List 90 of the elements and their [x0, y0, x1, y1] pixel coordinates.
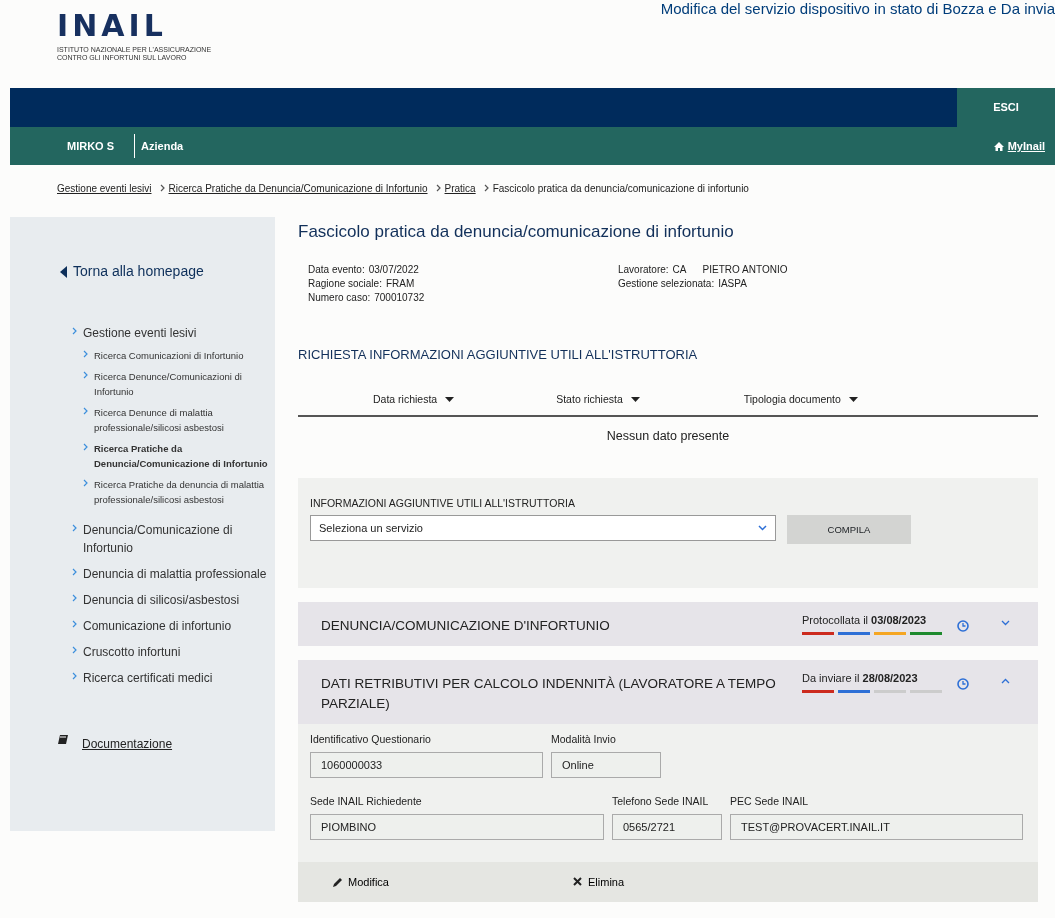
field-value: FRAM [385, 276, 415, 291]
accordion-title: DENUNCIA/COMUNICAZIONE D'INFORTUNIO [321, 616, 611, 635]
breadcrumb-current: Fascicolo pratica da denuncia/comunicazione di infortunio [492, 182, 749, 196]
field-label: Modalità Invio [551, 732, 617, 748]
accordion-header[interactable]: DATI RETRIBUTIVI PER CALCOLO INDENNITÀ (LAVORATORE A TEMPO PARZIALE) Da inviare il 28/08/2023 [298, 659, 1038, 725]
chevron-right-icon [83, 443, 88, 451]
service-select[interactable]: Seleziona un servizio [310, 515, 776, 542]
clock-icon[interactable] [957, 619, 969, 632]
sidebar-item[interactable]: Comunicazione di infortunio [83, 617, 232, 635]
sidebar-item[interactable]: Denuncia di malattia professionale [83, 565, 267, 583]
empty-message: Nessun dato presente [605, 427, 731, 445]
readonly-field: TEST@PROVACERT.INAIL.IT [730, 813, 1023, 840]
chevron-right-icon [72, 524, 77, 532]
chevron-right-icon [72, 620, 77, 628]
chevron-down-icon[interactable] [1000, 619, 1010, 626]
chevron-right-icon [72, 327, 77, 335]
chevron-right-icon [83, 479, 88, 487]
chevron-right-icon [435, 184, 441, 192]
chevron-right-icon [72, 568, 77, 576]
chevron-right-icon [83, 371, 88, 379]
sidebar-item[interactable]: Cruscotto infortuni [83, 643, 181, 661]
status-text: Da inviare il 28/08/2023 [802, 670, 919, 686]
page-heading: Modifica del servizio dispositivo in stato di Bozza e Da invia [660, 0, 1055, 17]
logo: INAIL [57, 8, 167, 44]
sidebar-subitem[interactable]: Ricerca Pratiche da Denuncia/Comunicazione di Infortunio [94, 441, 275, 471]
sort-caret-icon [848, 397, 858, 403]
chevron-right-icon [83, 350, 88, 358]
sidebar-subitem[interactable]: Ricerca Pratiche da denuncia di malattia professionale/silicosi asbestosi [94, 477, 275, 507]
clock-icon[interactable] [957, 677, 969, 690]
sidebar-item[interactable]: Denuncia di silicosi/asbestosi [83, 591, 240, 609]
field-label: Data evento: [308, 262, 365, 277]
field-label: Sede INAIL Richiedente [310, 794, 423, 809]
sidebar-item[interactable]: Gestione eventi lesivi [83, 324, 275, 342]
breadcrumb-link[interactable]: Gestione eventi lesivi [57, 181, 152, 217]
chevron-up-icon[interactable] [1000, 677, 1010, 684]
field-label: INFORMAZIONI AGGIUNTIVE UTILI ALL'ISTRUTTORIA [310, 495, 576, 511]
chevron-right-icon [159, 184, 165, 192]
column-header[interactable]: Tipologia documento [743, 392, 858, 408]
sidebar-subitem[interactable]: Ricerca Comunicazioni di Infortunio [94, 348, 244, 363]
field-value: IASPA [718, 276, 747, 291]
breadcrumb-link[interactable]: Ricerca Pratiche da Denuncia/Comunicazione di Infortunio [168, 181, 428, 217]
field-label: Ragione sociale: [308, 276, 382, 291]
sidebar-subitem[interactable]: Ricerca Denunce di malattia professionale/silicosi asbestosi [94, 405, 275, 435]
sort-caret-icon [445, 397, 455, 403]
readonly-field: 1060000033 [310, 752, 543, 778]
home-icon [993, 141, 1004, 151]
chevron-down-icon [758, 525, 767, 532]
action-button[interactable]: Elimina [573, 873, 813, 890]
user-name: MIRKO S [10, 134, 136, 158]
column-header[interactable]: Data richiesta [373, 392, 455, 408]
field-label: Telefono Sede INAIL [612, 794, 710, 809]
readonly-field: PIOMBINO [310, 813, 604, 840]
field-value: 700010732 [374, 290, 425, 305]
myinail-link[interactable]: MyInail [993, 137, 1045, 155]
book-icon [58, 735, 68, 744]
chevron-right-icon [72, 594, 77, 602]
compila-button[interactable]: COMPILA [787, 515, 911, 545]
field-value: 03/07/2022 [368, 262, 419, 277]
accordion-header[interactable]: DENUNCIA/COMUNICAZIONE D'INFORTUNIO Protocollata il 03/08/2023 [298, 601, 1038, 646]
field-label: PEC Sede INAIL [730, 794, 810, 809]
documentation-link[interactable]: Documentazione [82, 735, 173, 753]
readonly-field: 0565/2721 [612, 813, 722, 840]
field-label: Numero caso: [308, 290, 371, 305]
chevron-right-icon [72, 646, 77, 654]
section-title: RICHIESTA INFORMAZIONI AGGIUNTIVE UTILI ALL'ISTRUTTORIA [298, 345, 699, 364]
close-icon [573, 876, 583, 887]
chevron-right-icon [72, 672, 77, 680]
status-text: Protocollata il 03/08/2023 [802, 612, 928, 628]
pencil-icon [333, 876, 343, 887]
readonly-field: Online [551, 752, 661, 778]
user-role: Azienda [140, 138, 184, 154]
chevron-right-icon [483, 184, 489, 192]
sidebar-item[interactable]: Denuncia/Comunicazione di Infortunio [83, 521, 275, 557]
logout-button[interactable]: ESCI [957, 88, 1055, 127]
select-value: Seleziona un servizio [319, 521, 423, 536]
action-button[interactable]: Modifica [333, 873, 573, 890]
chevron-right-icon [83, 407, 88, 415]
field-label: Lavoratore: [618, 262, 669, 277]
sort-caret-icon [630, 397, 640, 403]
breadcrumb-link[interactable]: Pratica [444, 181, 476, 217]
field-label: Gestione selezionata: [618, 276, 715, 291]
back-link[interactable]: Torna alla homepage [10, 261, 275, 282]
field-value: CA PIETRO ANTONIO [672, 262, 788, 277]
accordion-title: DATI RETRIBUTIVI PER CALCOLO INDENNITÀ (LAVORATORE A TEMPO PARZIALE) [321, 674, 777, 713]
page-title: Fascicolo pratica da denuncia/comunicazione di infortunio [298, 221, 735, 243]
field-label: Identificativo Questionario [310, 732, 432, 748]
triangle-left-icon [60, 265, 67, 278]
sidebar-subitem[interactable]: Ricerca Denunce/Comunicazioni di Infortunio [94, 369, 275, 399]
column-header[interactable]: Stato richiesta [556, 392, 640, 408]
sidebar-item[interactable]: Ricerca certificati medici [83, 669, 213, 687]
